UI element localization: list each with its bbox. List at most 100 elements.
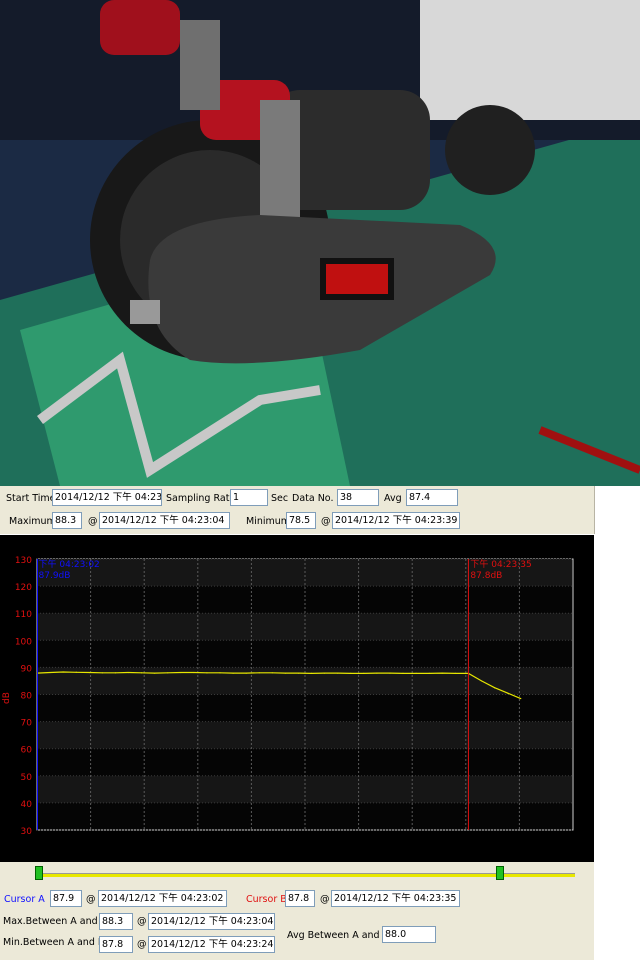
avg-field[interactable]: 87.4 <box>406 489 458 506</box>
minimum-at-label: @ <box>321 516 331 527</box>
data-point <box>114 672 117 674</box>
cursor-a-label: Cursor A <box>4 894 45 905</box>
data-point <box>154 672 156 674</box>
max-between-label: Max.Between A and B <box>3 916 108 927</box>
data-point <box>480 680 483 682</box>
max-between-value-field[interactable]: 88.3 <box>99 913 133 930</box>
data-point <box>271 672 273 674</box>
data-point <box>297 672 300 674</box>
chart-grid <box>36 558 574 831</box>
min-between-label: Min.Between A and B <box>3 937 105 948</box>
y-tick-label: 40 <box>21 800 33 810</box>
data-point <box>337 672 339 674</box>
data-point <box>520 697 522 700</box>
y-axis-label: dB <box>2 692 12 704</box>
maximum-label: Maximum <box>9 516 56 527</box>
sampling-rate-label: Sampling Rate <box>166 493 236 504</box>
avg-between-value-field[interactable]: 88.0 <box>382 926 436 943</box>
minimum-label: Minimum <box>246 516 291 527</box>
data-point <box>507 692 509 694</box>
cursor-a-time-field[interactable]: 2014/12/12 下午 04:23:02 <box>98 890 227 907</box>
data-no-field[interactable]: 38 <box>337 489 379 506</box>
data-point <box>62 671 64 673</box>
y-tick-label: 120 <box>15 583 32 593</box>
cursor-b-label: Cursor B <box>246 894 287 905</box>
data-point <box>310 672 313 674</box>
data-point <box>127 671 130 674</box>
data-point <box>389 672 391 674</box>
maximum-time-field[interactable]: 2014/12/12 下午 04:23:04 <box>99 512 230 529</box>
data-point <box>415 672 417 674</box>
max-between-at-label: @ <box>137 916 147 927</box>
data-point <box>428 672 430 674</box>
data-point <box>101 672 103 674</box>
data-no-label: Data No. <box>292 493 334 504</box>
minimum-time-field[interactable]: 2014/12/12 下午 04:23:39 <box>332 512 460 529</box>
data-point <box>232 672 234 674</box>
data-point <box>245 672 247 674</box>
blank-area-right <box>595 535 640 862</box>
cursor-b-time-field[interactable]: 2014/12/12 下午 04:23:35 <box>331 890 460 907</box>
slider-track[interactable] <box>35 873 575 877</box>
data-point <box>258 672 260 674</box>
y-tick-label: 100 <box>15 637 32 647</box>
start-time-label: Start Time <box>6 493 56 504</box>
cursor-a-value-label: 87.9dB <box>39 571 71 581</box>
data-point <box>167 672 169 674</box>
data-point <box>284 672 286 674</box>
y-tick-label: 90 <box>21 664 33 674</box>
data-point <box>441 672 443 674</box>
cursor-b-thumb[interactable] <box>496 866 504 880</box>
maximum-at-label: @ <box>88 516 98 527</box>
y-tick-label: 30 <box>21 827 33 837</box>
blank-area <box>595 486 640 534</box>
cursor-b-time-label: 下午 04:23:35 <box>470 558 531 570</box>
cursor-b-at-label: @ <box>320 894 330 905</box>
cursor-a-time-label: 下午 04:23:02 <box>39 558 100 570</box>
photo-illustration <box>0 0 640 486</box>
data-point <box>88 671 90 674</box>
summary-panel: Start Time 2014/12/12 下午 04:23:0 Samplin… <box>0 486 595 534</box>
y-tick-labels: 30 40 50 60 70 80 90 100 110 120 130 <box>15 556 32 837</box>
data-point <box>363 672 365 674</box>
data-point <box>376 672 378 674</box>
data-point <box>219 672 221 674</box>
avg-between-label: Avg Between A and B <box>287 930 390 941</box>
data-point <box>75 671 77 673</box>
cursor-b-value-field[interactable]: 87.8 <box>285 890 315 907</box>
data-point <box>402 672 404 674</box>
min-between-value-field[interactable]: 87.8 <box>99 936 133 953</box>
cursor-a-thumb[interactable] <box>35 866 43 880</box>
y-tick-label: 60 <box>21 746 33 756</box>
data-point <box>180 671 182 674</box>
min-between-at-label: @ <box>137 939 147 950</box>
max-between-time-field[interactable]: 2014/12/12 下午 04:23:04 <box>148 913 275 930</box>
cursor-slider[interactable] <box>0 862 594 884</box>
start-time-field[interactable]: 2014/12/12 下午 04:23:0 <box>52 489 162 506</box>
sampling-rate-field[interactable]: 1 <box>230 489 268 506</box>
scooter-exhaust-photo <box>0 0 640 486</box>
min-between-time-field[interactable]: 2014/12/12 下午 04:23:24 <box>148 936 275 953</box>
sec-label: Sec <box>271 493 289 504</box>
cursor-a-value-field[interactable]: 87.9 <box>50 890 82 907</box>
y-tick-label: 80 <box>21 692 33 702</box>
data-point <box>49 671 51 674</box>
data-point <box>324 672 326 674</box>
data-point <box>454 672 456 674</box>
blank-area-bottom-right <box>595 862 640 960</box>
avg-label: Avg <box>384 493 402 504</box>
data-point <box>350 672 352 674</box>
data-point <box>140 672 143 674</box>
db-chart: 30 40 50 60 70 80 90 100 110 120 130 dB 下午 04:23:0… <box>2 556 574 837</box>
y-tick-label: 130 <box>15 556 32 566</box>
minimum-field[interactable]: 78.5 <box>286 512 316 529</box>
maximum-field[interactable]: 88.3 <box>52 512 82 529</box>
cursor-a-at-label: @ <box>86 894 96 905</box>
data-point <box>493 687 496 689</box>
y-tick-label: 70 <box>21 719 33 729</box>
y-tick-label: 110 <box>15 610 32 620</box>
cursor-panel: Cursor A 87.9 @ 2014/12/12 下午 04:23:02 C… <box>0 884 594 960</box>
cursor-b-value-label: 87.8dB <box>470 571 502 581</box>
data-point <box>193 671 195 674</box>
y-tick-label: 50 <box>21 773 33 783</box>
